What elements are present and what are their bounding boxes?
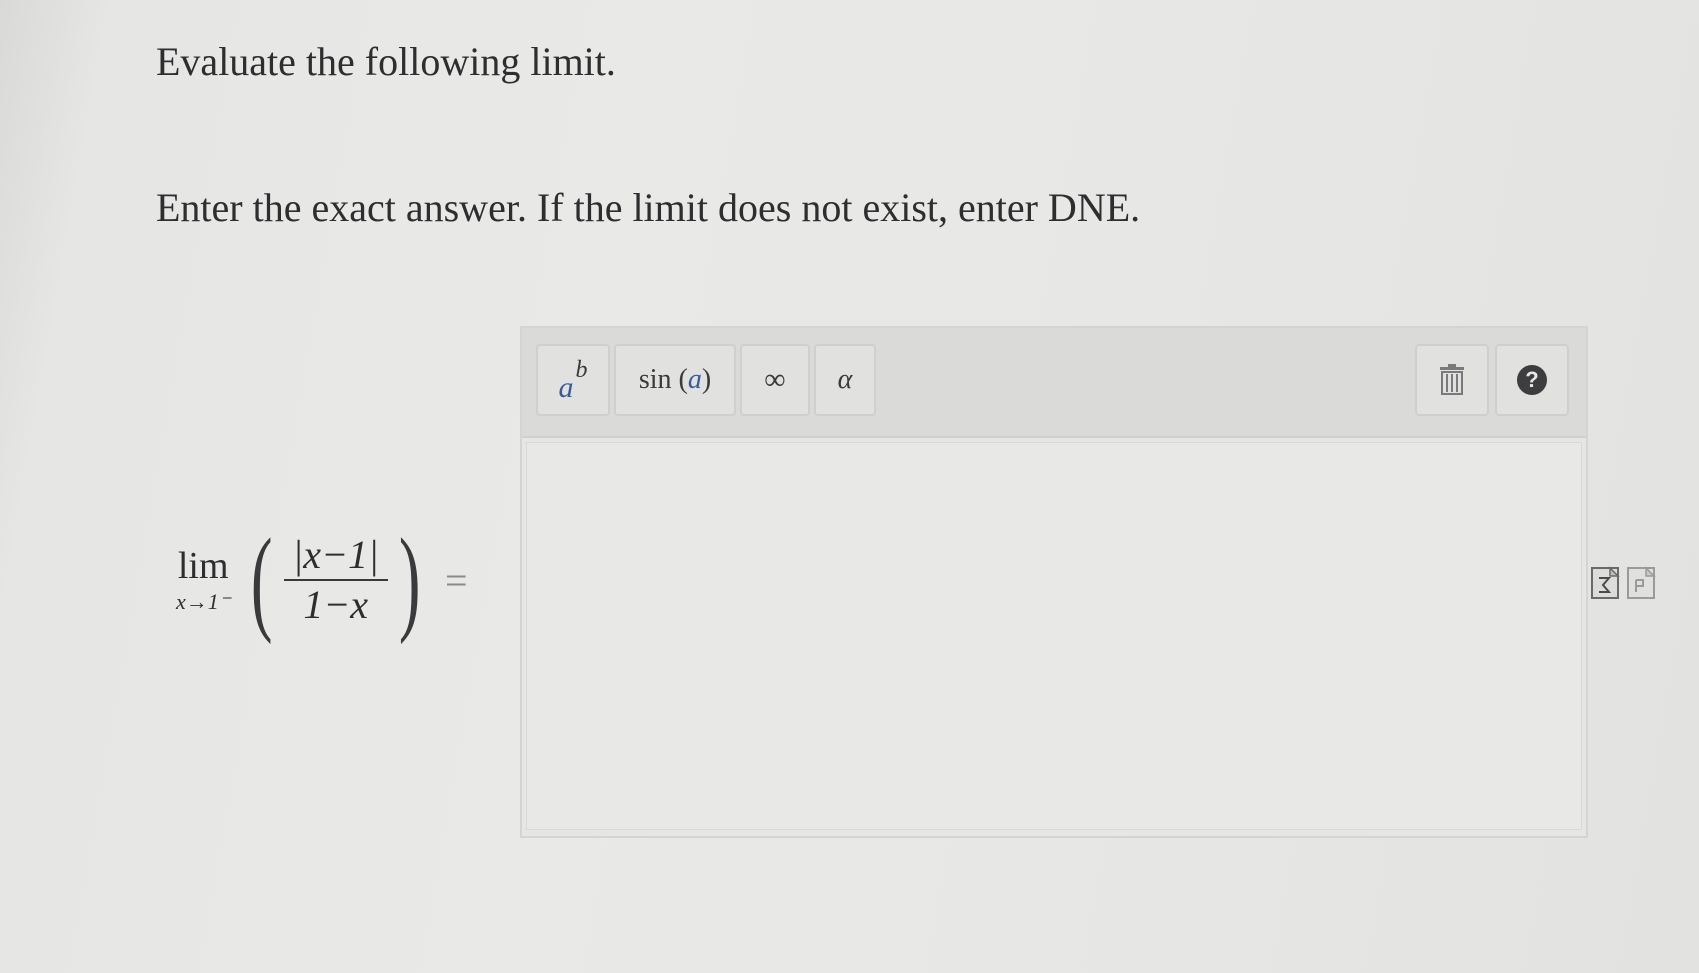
- math-toolbar: a b sin ( a ) ∞ α ?: [522, 328, 1586, 438]
- math-answer-editor: a b sin ( a ) ∞ α ?: [520, 326, 1588, 838]
- document-icon[interactable]: [1626, 566, 1656, 600]
- fraction-bar: [283, 579, 388, 581]
- limit-expression: lim x→1⁻ ( |x−1| 1−x ) =: [176, 520, 468, 640]
- limit-operator: lim x→1⁻: [176, 547, 230, 613]
- answer-input[interactable]: [526, 442, 1582, 830]
- infinity-button[interactable]: ∞: [740, 344, 810, 416]
- open-paren: (: [251, 514, 273, 645]
- power-button[interactable]: a b: [536, 344, 610, 416]
- side-icons: [1590, 566, 1656, 600]
- equation-editor-icon[interactable]: [1590, 566, 1620, 600]
- denominator: 1−x: [303, 582, 369, 627]
- sin-button[interactable]: sin ( a ): [614, 344, 736, 416]
- equals-sign: =: [444, 557, 468, 603]
- help-button[interactable]: ?: [1495, 344, 1569, 416]
- sin-open: (: [671, 364, 688, 395]
- close-paren: ): [398, 514, 421, 645]
- clear-button[interactable]: [1415, 344, 1489, 416]
- question-instructions: Enter the exact answer. If the limit doe…: [156, 185, 1141, 230]
- sin-arg: a: [687, 364, 702, 395]
- trash-icon: [1440, 364, 1464, 395]
- sin-func: sin: [638, 364, 672, 395]
- fraction: |x−1| 1−x: [283, 532, 388, 627]
- sin-close: ): [701, 364, 712, 395]
- question-title: Evaluate the following limit.: [156, 39, 616, 84]
- lim-word: lim: [177, 545, 229, 587]
- numerator: |x−1|: [292, 532, 380, 577]
- power-exponent: b: [575, 356, 588, 383]
- help-icon: ?: [1517, 365, 1547, 395]
- power-base: a: [558, 371, 574, 404]
- alpha-button[interactable]: α: [814, 344, 876, 416]
- lim-subscript: x→1⁻: [176, 589, 231, 614]
